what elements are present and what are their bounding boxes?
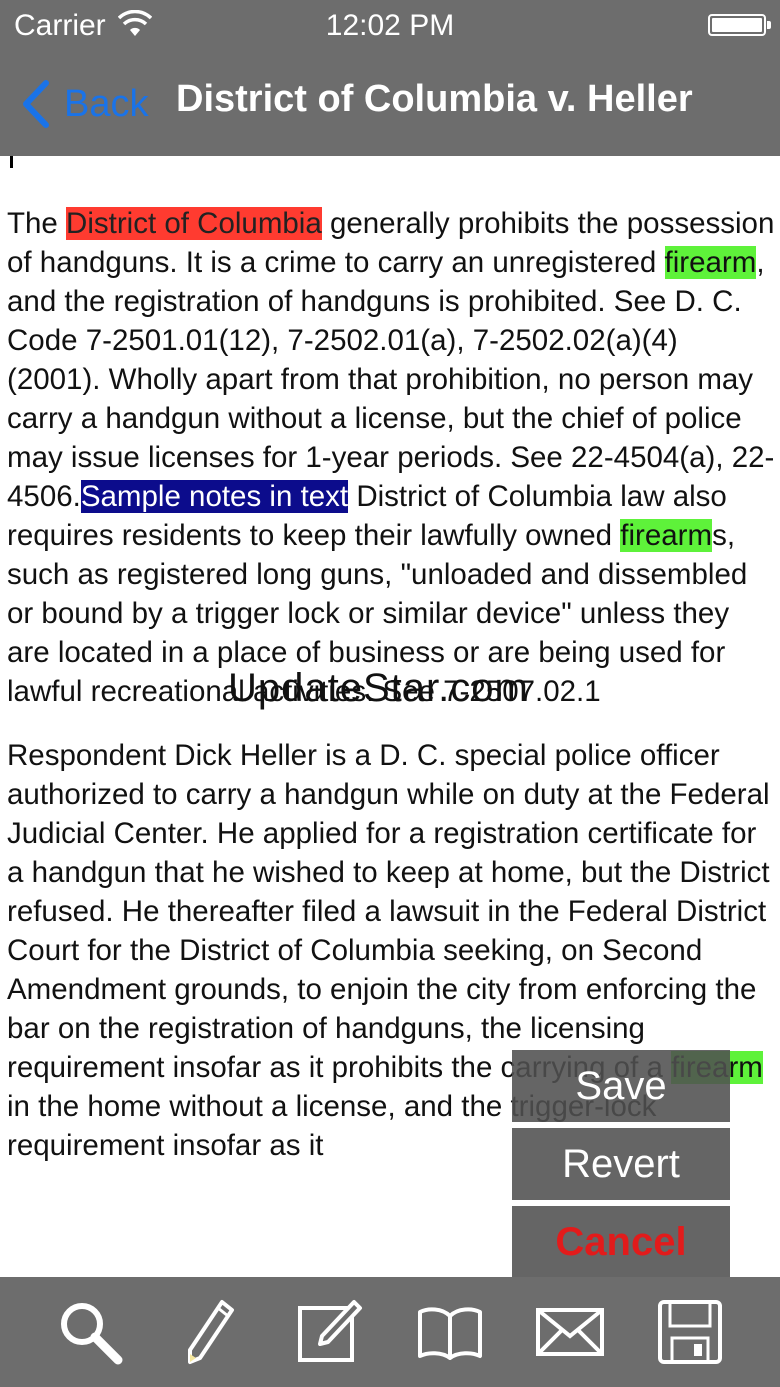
highlight-green[interactable]: firearm	[664, 246, 757, 279]
paragraph: The District of Columbia generally prohi…	[7, 204, 777, 711]
status-time: 12:02 PM	[325, 9, 455, 42]
back-button[interactable]: Back	[18, 76, 148, 132]
revert-button[interactable]: Revert	[512, 1128, 730, 1200]
cancel-button[interactable]: Cancel	[512, 1206, 730, 1278]
action-menu: Save Revert Cancel	[512, 1050, 730, 1284]
nav-bar: Back District of Columbia v. Heller	[0, 52, 780, 156]
pencil-icon[interactable]	[170, 1292, 250, 1372]
back-label: Back	[64, 82, 149, 125]
book-icon[interactable]	[410, 1292, 490, 1372]
text-run: The	[7, 207, 67, 240]
search-icon[interactable]	[50, 1292, 130, 1372]
note-highlight[interactable]: Sample notes in text	[80, 480, 349, 513]
chevron-left-icon	[23, 80, 49, 128]
bottom-toolbar	[0, 1277, 780, 1387]
status-bar: Carrier 12:02 PM	[0, 0, 780, 52]
highlight-green[interactable]: firearm	[620, 519, 713, 552]
text-run: , and the registration of handguns is pr…	[7, 246, 775, 513]
save-disk-icon[interactable]	[650, 1292, 730, 1372]
watermark: UpdateStar.com	[228, 666, 529, 710]
edit-note-icon[interactable]	[290, 1292, 370, 1372]
page-title: District of Columbia v. Heller	[176, 78, 693, 120]
mail-icon[interactable]	[530, 1292, 610, 1372]
battery-icon	[708, 14, 771, 36]
save-button[interactable]: Save	[512, 1050, 730, 1122]
text-cursor	[10, 156, 13, 168]
text-run: Respondent Dick Heller is a D. C. specia…	[7, 739, 770, 1084]
highlight-red[interactable]: District of Columbia	[66, 207, 322, 240]
